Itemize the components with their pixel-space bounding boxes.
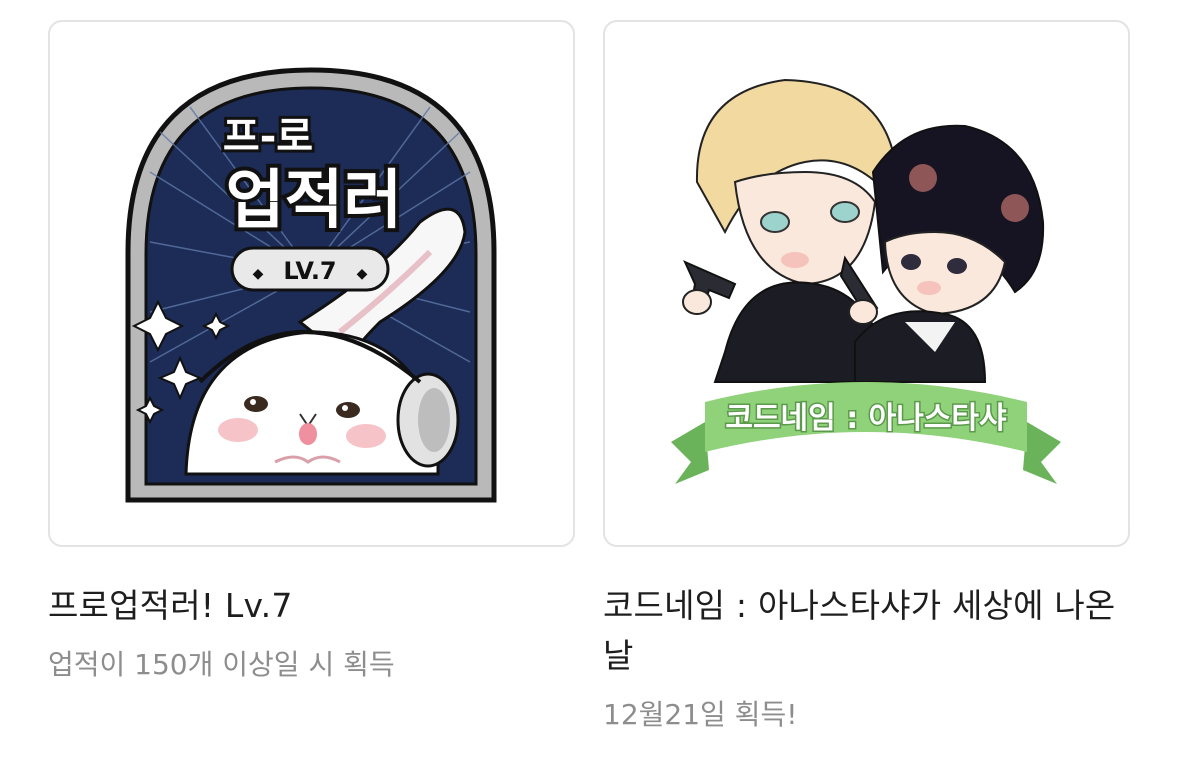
svg-text:◆: ◆ xyxy=(253,266,264,282)
codename-anastasia-badge: 코드네임 : 아나스타샤 xyxy=(671,78,1061,484)
pro-achiever-badge: 프-로 업적러 LV.7 ◆ ◆ xyxy=(125,67,497,503)
achievement-subtitle: 업적이 150개 이상일 시 획득 xyxy=(48,648,395,681)
achievement-grid: 프-로 업적러 LV.7 ◆ ◆ 프로업적러! Lv.7 업적이 150개 이상… xyxy=(0,0,1179,775)
badge-level: LV.7 xyxy=(283,257,336,285)
badge-line-2: 업적러 xyxy=(226,164,403,238)
achievement-card[interactable]: 코드네임 : 아나스타샤 코드네임 : 아나스타샤가 세상에 나온 날 12월2… xyxy=(603,20,1130,735)
svg-text:◆: ◆ xyxy=(357,266,368,282)
achievement-title: 프로업적러! Lv.7 xyxy=(48,586,293,625)
achievement-badge-image[interactable]: 프-로 업적러 LV.7 ◆ ◆ xyxy=(48,20,575,547)
achievement-title: 코드네임 : 아나스타샤가 세상에 나온 날 xyxy=(603,586,1116,675)
achievement-card[interactable]: 프-로 업적러 LV.7 ◆ ◆ 프로업적러! Lv.7 업적이 150개 이상… xyxy=(48,20,575,685)
badge-line-1: 프-로 xyxy=(223,114,313,160)
achievement-badge-image[interactable]: 코드네임 : 아나스타샤 xyxy=(603,20,1130,547)
ribbon-text: 코드네임 : 아나스타샤 xyxy=(725,401,1007,436)
achievement-subtitle: 12월21일 획득! xyxy=(603,698,798,731)
